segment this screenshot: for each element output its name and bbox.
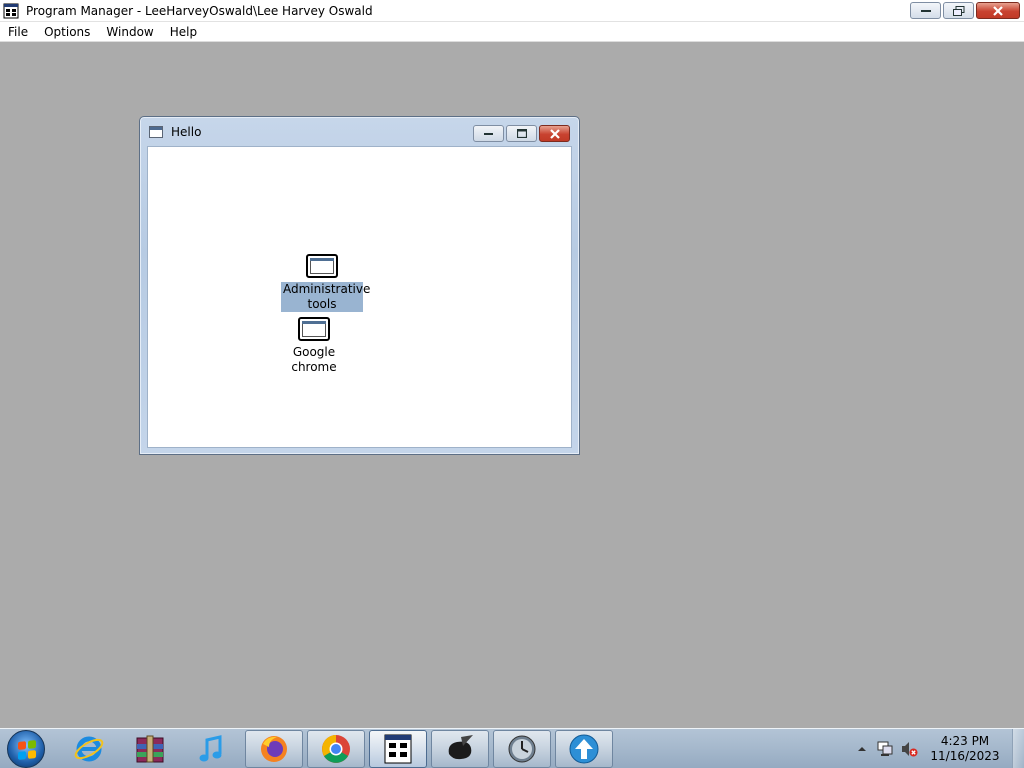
- program-item-google-chrome[interactable]: Google chrome: [284, 317, 344, 375]
- menu-options[interactable]: Options: [36, 22, 98, 42]
- taskbar-program-manager[interactable]: [369, 730, 427, 768]
- program-manager-icon[interactable]: [3, 3, 19, 19]
- volume-muted-icon[interactable]: [900, 740, 918, 758]
- program-item-label: Google chrome: [291, 345, 337, 374]
- chrome-icon: [322, 735, 350, 763]
- group-minimize-button[interactable]: [473, 125, 504, 142]
- program-item-label: Administrative tools: [281, 282, 371, 312]
- system-tray: 4:23 PM 11/16/2023: [856, 729, 1024, 768]
- paint-icon: [448, 735, 473, 760]
- close-icon: [549, 128, 560, 139]
- taskbar-internet-explorer[interactable]: [60, 730, 118, 768]
- program-item-administrative-tools[interactable]: Administrative tools: [281, 254, 371, 312]
- show-desktop-button[interactable]: [1012, 729, 1024, 768]
- window-title: Program Manager - LeeHarveyOswald\Lee Ha…: [26, 3, 373, 18]
- taskbar-clock[interactable]: 4:23 PM 11/16/2023: [922, 734, 1008, 764]
- menu-window[interactable]: Window: [98, 22, 161, 42]
- group-window-hello[interactable]: Hello Administrative tools Google chrome: [139, 116, 580, 455]
- internet-explorer-icon: [74, 736, 104, 762]
- group-window-client-area[interactable]: Administrative tools Google chrome: [147, 146, 572, 448]
- firefox-icon: [261, 736, 287, 762]
- restore-button[interactable]: [943, 2, 974, 19]
- minimize-button[interactable]: [910, 2, 941, 19]
- program-manager-icon: [384, 734, 412, 764]
- clock-globe-icon: [508, 735, 536, 763]
- title-bar: Program Manager - LeeHarveyOswald\Lee Ha…: [0, 0, 1024, 22]
- taskbar-itunes[interactable]: [182, 730, 240, 768]
- show-hidden-icons-icon[interactable]: [856, 744, 868, 754]
- network-icon[interactable]: [876, 740, 894, 758]
- clock-time: 4:23 PM: [940, 734, 990, 748]
- taskbar-upload[interactable]: [555, 730, 613, 768]
- clock-date: 11/16/2023: [930, 749, 1000, 763]
- taskbar-chrome[interactable]: [307, 730, 365, 768]
- maximize-icon: [516, 129, 527, 138]
- taskbar-clock-globe[interactable]: [493, 730, 551, 768]
- start-button[interactable]: [5, 729, 47, 768]
- group-window-title-bar[interactable]: Hello: [140, 117, 579, 146]
- group-window-title: Hello: [171, 124, 202, 139]
- program-window-icon: [298, 317, 330, 341]
- restore-icon: [952, 5, 964, 16]
- menu-bar: File Options Window Help: [0, 22, 1024, 42]
- taskbar-firefox[interactable]: [245, 730, 303, 768]
- taskbar-paint[interactable]: [431, 730, 489, 768]
- program-window-icon: [306, 254, 338, 278]
- upload-arrow-icon: [569, 734, 599, 764]
- group-window-icon[interactable]: [149, 125, 163, 138]
- winrar-icon: [136, 735, 164, 763]
- taskbar-winrar[interactable]: [121, 730, 179, 768]
- group-maximize-button[interactable]: [506, 125, 537, 142]
- group-close-button[interactable]: [539, 125, 570, 142]
- close-icon: [993, 5, 1003, 16]
- menu-help[interactable]: Help: [162, 22, 205, 42]
- minimize-icon: [920, 9, 931, 12]
- taskbar: 4:23 PM 11/16/2023: [0, 728, 1024, 768]
- minimize-icon: [483, 132, 493, 135]
- windows-logo-icon: [7, 730, 45, 768]
- close-button[interactable]: [976, 2, 1020, 19]
- menu-file[interactable]: File: [0, 22, 36, 42]
- itunes-icon: [199, 735, 222, 762]
